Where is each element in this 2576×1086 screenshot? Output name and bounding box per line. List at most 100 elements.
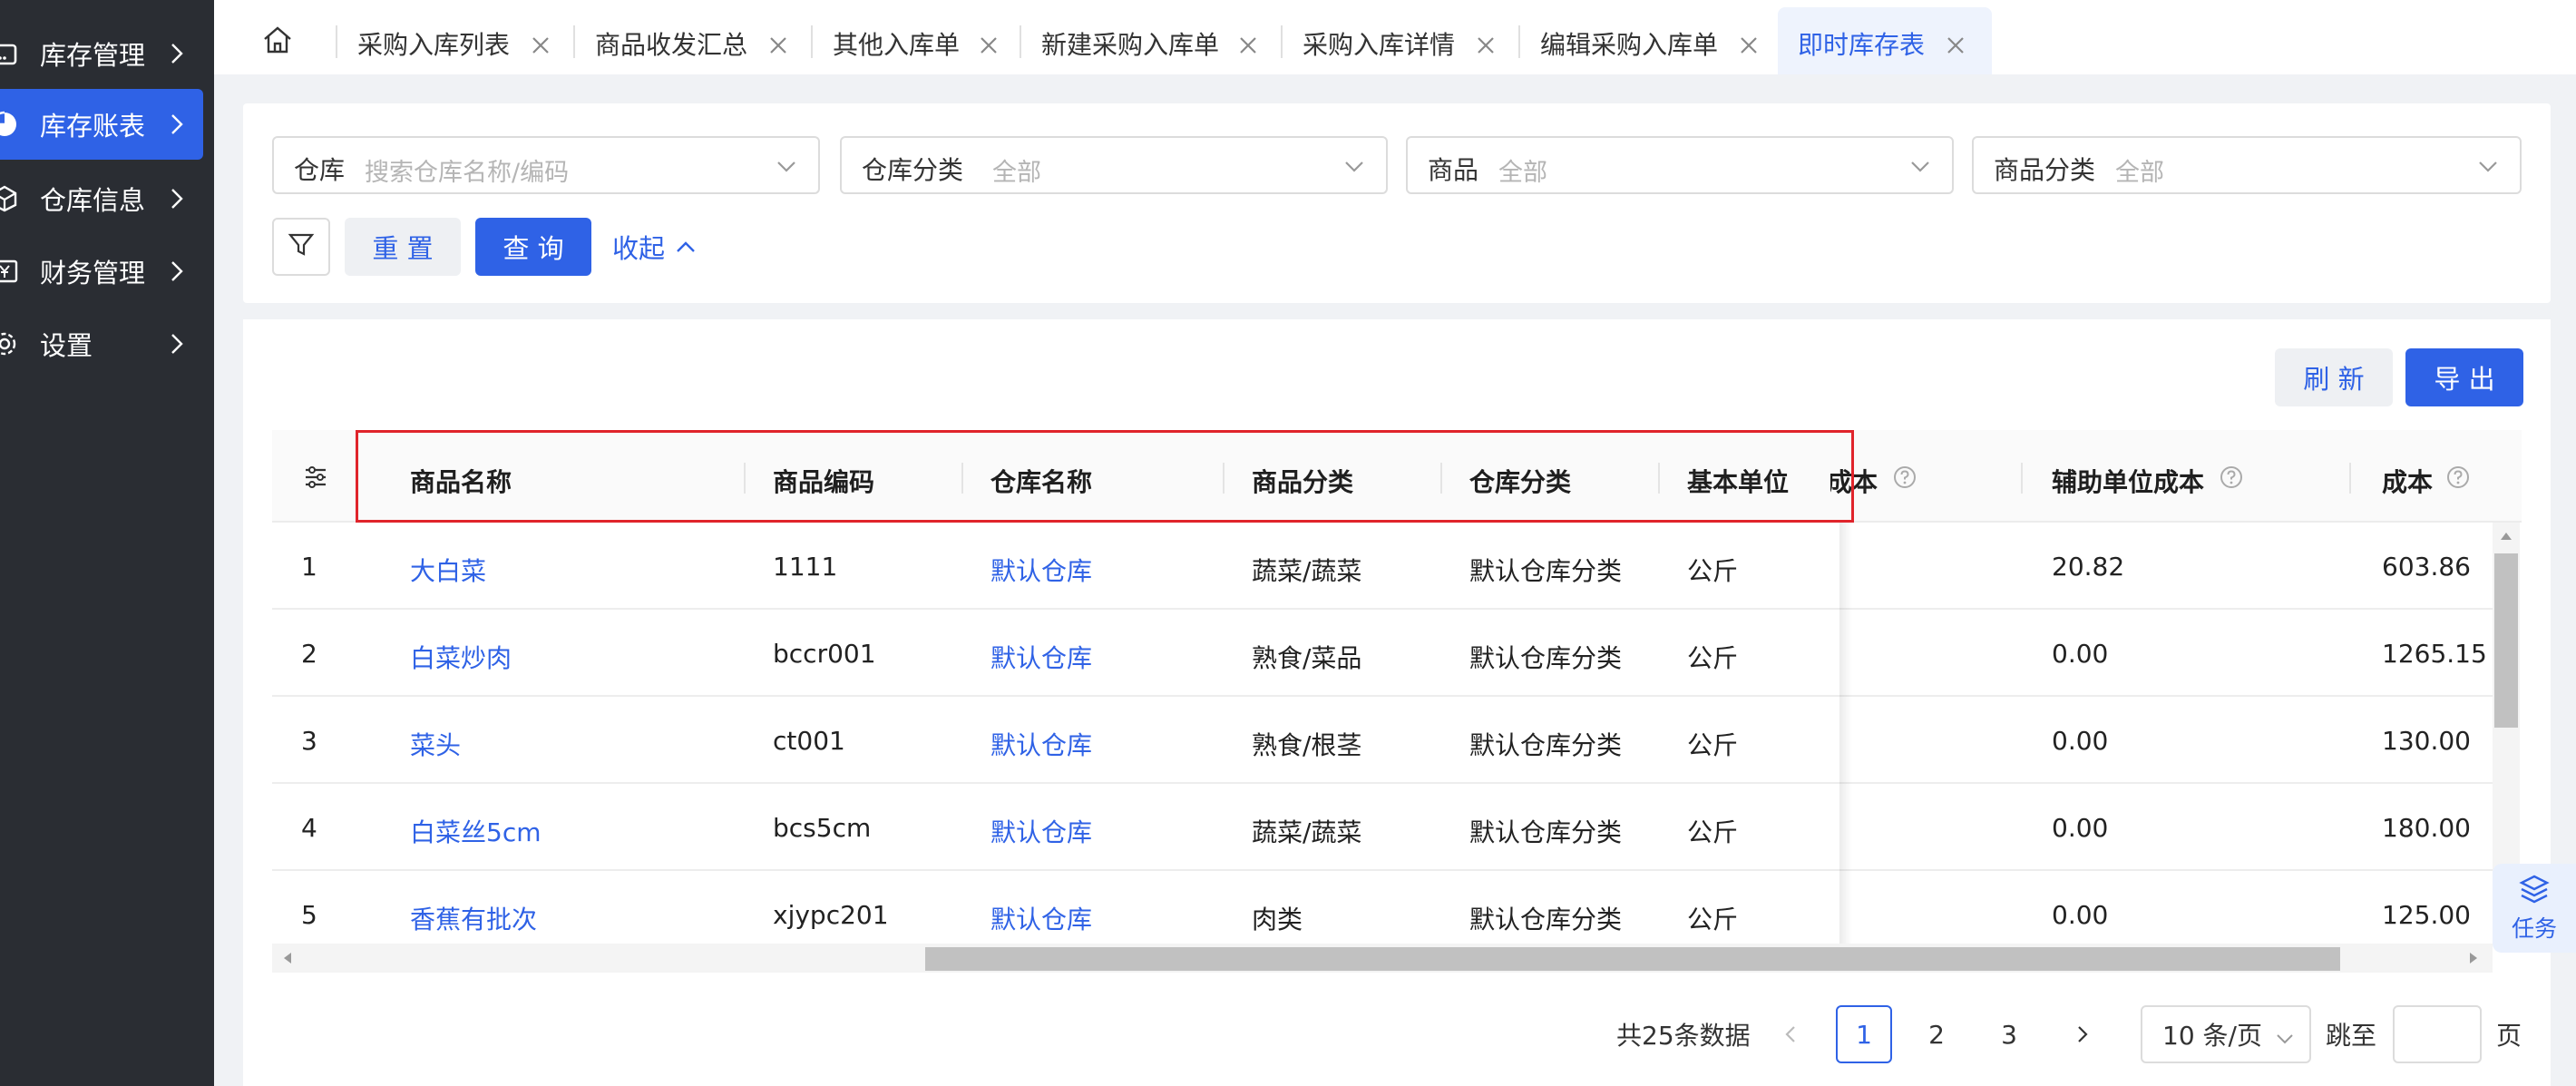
product-name-link[interactable]: 白菜丝5cm [410, 813, 542, 849]
chevron-up-icon [674, 235, 698, 259]
query-button[interactable]: 查 询 [475, 218, 591, 276]
scroll-up-icon[interactable] [2498, 528, 2514, 544]
tab-other-inbound[interactable]: 其他入库单 [811, 7, 1020, 74]
product-code: xjypc201 [773, 900, 889, 930]
horizontal-scrollbar-thumb[interactable] [925, 947, 2340, 971]
scroll-right-icon[interactable] [2465, 950, 2482, 966]
column-divider [2349, 463, 2351, 494]
close-icon[interactable] [978, 33, 1000, 54]
tab-separator [1518, 25, 1520, 58]
pie-chart-icon [0, 111, 18, 138]
close-icon[interactable] [530, 33, 551, 54]
close-icon[interactable] [767, 33, 789, 54]
table-row[interactable] [272, 871, 2493, 944]
sidebar-item-settings[interactable]: 设置 [0, 308, 203, 379]
page-size-select[interactable]: 10 条/页 [2141, 1005, 2311, 1063]
help-icon[interactable] [2219, 465, 2244, 490]
tab-realtime-inventory[interactable]: 即时库存表 [1778, 7, 1992, 74]
column-header-unit-cost[interactable]: 成本 [1830, 463, 1878, 499]
column-header-warehouse-category[interactable]: 仓库分类 [1469, 463, 1571, 499]
reset-button[interactable]: 重 置 [345, 218, 461, 276]
warehouse-search-field[interactable]: 仓库 搜索仓库名称/编码 [272, 136, 820, 194]
close-icon[interactable] [1945, 33, 1966, 54]
close-icon[interactable] [1475, 33, 1497, 54]
page-button-3[interactable]: 3 [1981, 1005, 2037, 1063]
row-index: 3 [301, 726, 317, 756]
warehouse-name-link[interactable]: 默认仓库 [990, 726, 1092, 762]
column-settings-icon[interactable] [301, 463, 330, 492]
column-header-base-unit[interactable]: 基本单位 [1687, 463, 1789, 499]
table-row[interactable] [272, 523, 2493, 610]
tab-label: 编辑采购入库单 [1540, 30, 1719, 60]
filter-settings-button[interactable] [272, 218, 330, 276]
tab-purchase-inbound-list[interactable]: 采购入库列表 [336, 7, 573, 74]
product-select[interactable]: 商品 全部 [1406, 136, 1954, 194]
page-button-1[interactable]: 1 [1836, 1005, 1892, 1063]
select-value: 全部 [992, 159, 1041, 187]
tab-label: 采购入库列表 [357, 30, 511, 60]
product-code: 1111 [773, 552, 838, 582]
cost: 603.86 [2382, 552, 2471, 582]
warehouse-name-link[interactable]: 默认仓库 [990, 639, 1092, 675]
sidebar-item-inventory-management[interactable]: 库存管理 [0, 18, 203, 89]
jump-page-input[interactable] [2393, 1005, 2482, 1063]
column-divider [744, 463, 746, 494]
pagination-total: 共25条数据 [1616, 1021, 1751, 1051]
product-category: 肉类 [1252, 905, 1303, 934]
select-value: 全部 [1498, 159, 1547, 187]
tab-edit-purchase-inbound[interactable]: 编辑采购入库单 [1518, 7, 1781, 74]
table-row[interactable] [272, 784, 2493, 871]
product-code: bcs5cm [773, 813, 872, 843]
sidebar-item-label: 库存账表 [40, 111, 146, 142]
product-code: ct001 [773, 726, 845, 756]
column-header-cost[interactable]: 成本 [2382, 463, 2433, 499]
tab-goods-receipt-summary[interactable]: 商品收发汇总 [573, 7, 811, 74]
warehouse-icon [0, 40, 18, 67]
product-category-select[interactable]: 商品分类 全部 [1972, 136, 2522, 194]
chevron-right-icon [163, 330, 190, 357]
column-header-product-code[interactable]: 商品编码 [773, 463, 874, 499]
filter-label: 仓库 [294, 155, 346, 185]
warehouse-category: 默认仓库分类 [1469, 730, 1623, 760]
warehouse-name-link[interactable]: 默认仓库 [990, 813, 1092, 849]
tab-label: 其他入库单 [833, 30, 961, 60]
sidebar-item-finance[interactable]: 财务管理 [0, 236, 203, 307]
tab-separator [573, 25, 575, 58]
sidebar-item-inventory-reports[interactable]: 库存账表 [0, 89, 203, 160]
collapse-button[interactable]: 收起 [604, 218, 706, 276]
tab-purchase-inbound-detail[interactable]: 采购入库详情 [1281, 7, 1518, 74]
product-name-link[interactable]: 菜头 [410, 726, 461, 762]
prev-page-icon[interactable] [1763, 1005, 1820, 1063]
export-button[interactable]: 导 出 [2405, 348, 2523, 406]
vertical-scrollbar-thumb[interactable] [2494, 553, 2518, 728]
product-name-link[interactable]: 白菜炒肉 [410, 639, 512, 675]
help-icon[interactable] [1892, 465, 1917, 490]
base-unit: 公斤 [1687, 905, 1739, 934]
help-icon[interactable] [2445, 465, 2471, 490]
row-index: 5 [301, 900, 317, 930]
sidebar-item-warehouse-info[interactable]: 仓库信息 [0, 163, 203, 234]
product-name-link[interactable]: 大白菜 [410, 552, 486, 588]
table-row[interactable] [272, 697, 2493, 784]
aux-unit-cost: 0.00 [2052, 639, 2109, 669]
next-page-icon[interactable] [2054, 1005, 2110, 1063]
home-icon[interactable] [261, 24, 294, 56]
tab-new-purchase-inbound[interactable]: 新建采购入库单 [1020, 7, 1281, 74]
close-icon[interactable] [1738, 33, 1760, 54]
select-value: 全部 [2115, 159, 2164, 187]
warehouse-name-link[interactable]: 默认仓库 [990, 552, 1092, 588]
task-float-button[interactable]: 任务 [2493, 864, 2576, 953]
warehouse-name-link[interactable]: 默认仓库 [990, 900, 1092, 936]
scroll-left-icon[interactable] [279, 950, 296, 966]
table-row[interactable] [272, 610, 2493, 697]
column-header-aux-unit-cost[interactable]: 辅助单位成本 [2052, 463, 2204, 499]
product-name-link[interactable]: 香蕉有批次 [410, 900, 537, 936]
close-icon[interactable] [1237, 33, 1259, 54]
refresh-button[interactable]: 刷 新 [2275, 348, 2393, 406]
warehouse-category-select[interactable]: 仓库分类 全部 [840, 136, 1388, 194]
column-header-warehouse-name[interactable]: 仓库名称 [990, 463, 1092, 499]
page-button-2[interactable]: 2 [1908, 1005, 1965, 1063]
column-header-product-category[interactable]: 商品分类 [1252, 463, 1353, 499]
task-label: 任务 [2511, 915, 2557, 942]
column-header-product-name[interactable]: 商品名称 [410, 463, 512, 499]
